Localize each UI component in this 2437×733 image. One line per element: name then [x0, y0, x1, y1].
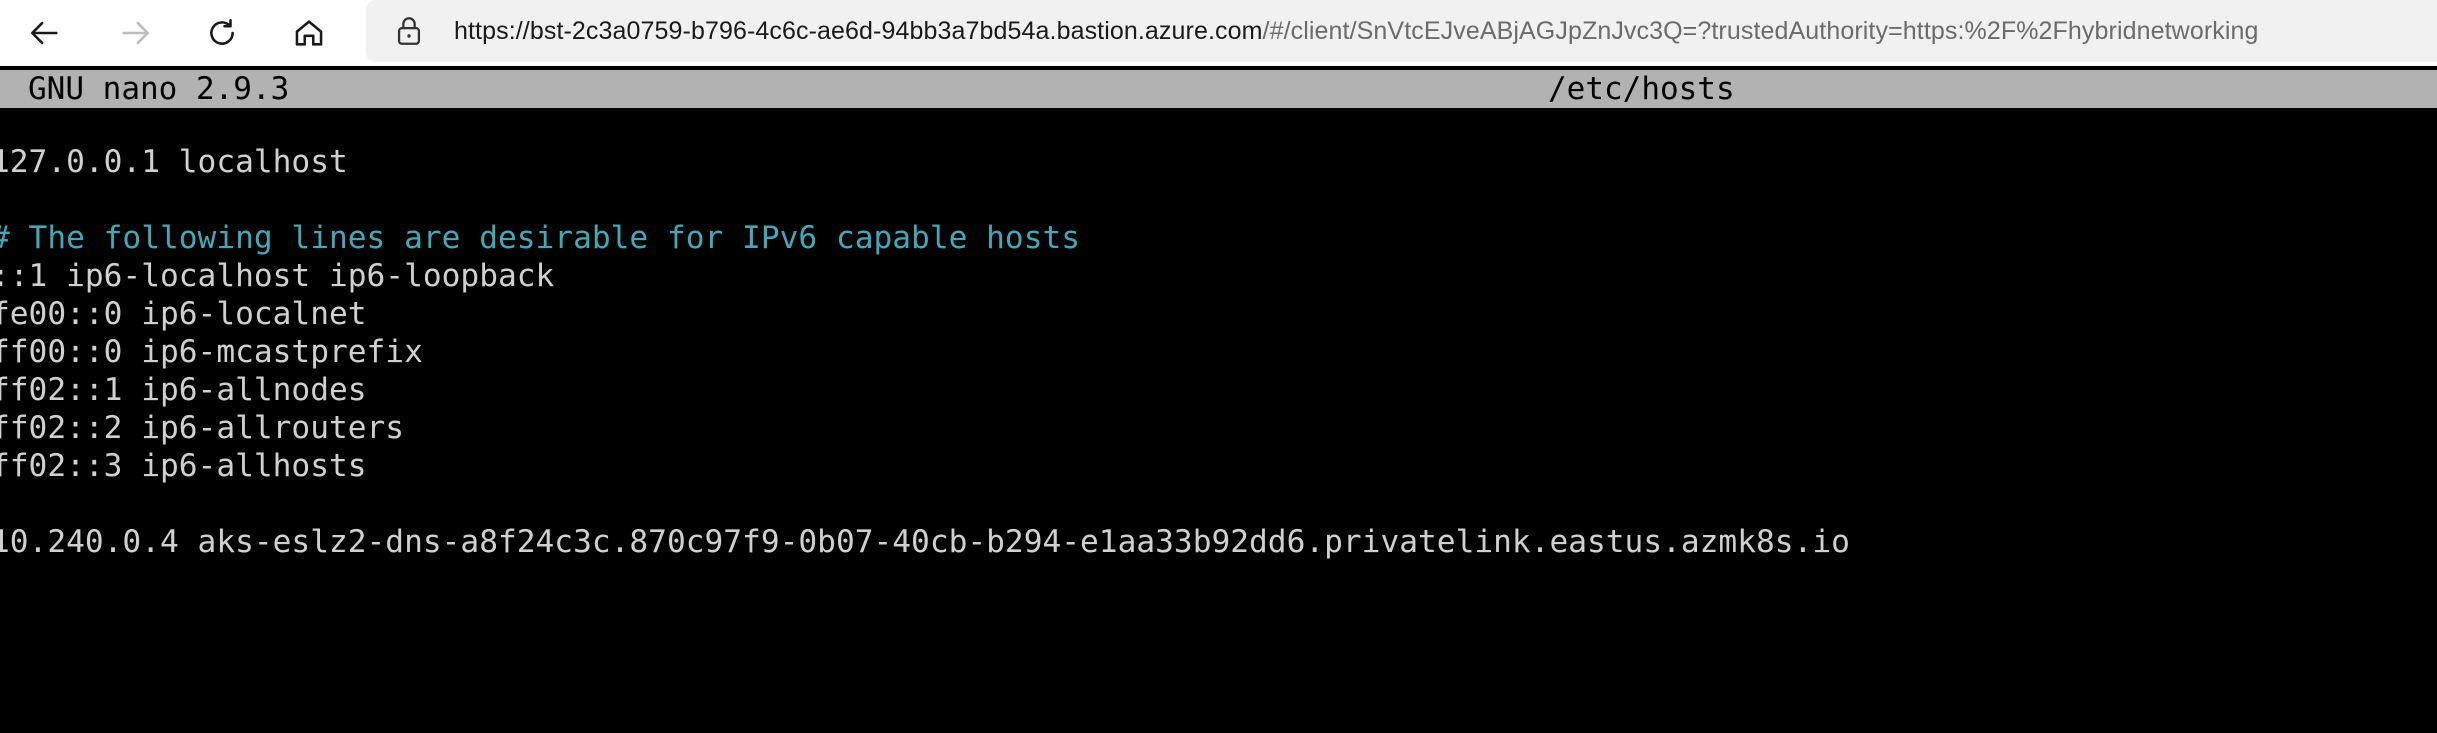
url-path: /#/client/SnVtcEJveABjAGJpZnJvc3Q=?trust… — [1262, 16, 2259, 45]
refresh-button[interactable] — [197, 8, 247, 58]
editor-line[interactable]: ff02::3 ip6-allhosts — [0, 447, 367, 485]
editor-line[interactable]: fe00::0 ip6-localnet — [0, 295, 367, 333]
forward-arrow-icon — [122, 21, 150, 45]
editor-line[interactable]: 10.240.0.4 aks-eslz2-dns-a8f24c3c.870c97… — [0, 523, 1850, 561]
nano-version: GNU nano 2.9.3 — [28, 71, 290, 107]
url-host: https://bst-2c3a0759-b796-4c6c-ae6d-94bb… — [454, 16, 1263, 45]
nano-title-bar: GNU nano 2.9.3 /etc/hosts — [0, 70, 2437, 108]
back-arrow-icon — [30, 21, 58, 45]
home-icon — [295, 20, 323, 46]
nano-filename: /etc/hosts — [1548, 71, 1735, 107]
editor-line[interactable]: ::1 ip6-localhost ip6-loopback — [0, 257, 554, 295]
editor-line[interactable]: ff00::0 ip6-mcastprefix — [0, 333, 423, 371]
home-button[interactable] — [284, 8, 334, 58]
forward-button[interactable] — [110, 8, 160, 58]
back-button[interactable] — [20, 8, 70, 58]
editor-line[interactable]: 127.0.0.1 localhost — [0, 143, 348, 181]
lock-icon[interactable] — [392, 14, 426, 48]
terminal-window[interactable]: GNU nano 2.9.3 /etc/hosts 127.0.0.1 loca… — [0, 66, 2437, 733]
editor-comment-line[interactable]: # The following lines are desirable for … — [0, 219, 1080, 257]
refresh-icon — [210, 18, 234, 45]
browser-toolbar: https://bst-2c3a0759-b796-4c6c-ae6d-94bb… — [0, 0, 2437, 66]
editor-line[interactable]: ff02::1 ip6-allnodes — [0, 371, 367, 409]
editor-line[interactable]: ff02::2 ip6-allrouters — [0, 409, 404, 447]
url-text[interactable]: https://bst-2c3a0759-b796-4c6c-ae6d-94bb… — [454, 17, 2259, 46]
address-bar[interactable]: https://bst-2c3a0759-b796-4c6c-ae6d-94bb… — [366, 0, 2437, 62]
